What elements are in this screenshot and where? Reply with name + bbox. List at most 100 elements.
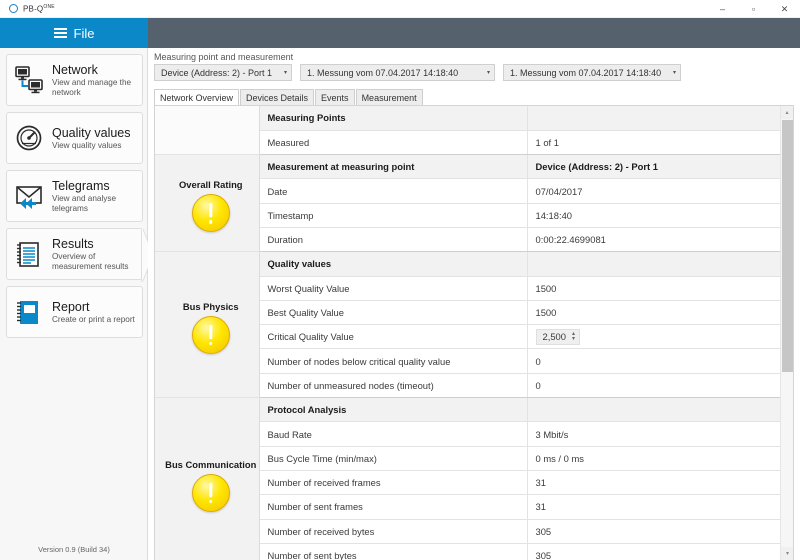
- sidebar-item-telegrams[interactable]: Telegrams View and analyse telegrams: [6, 170, 143, 222]
- row-value: [527, 106, 780, 131]
- version-label: Version 0.9 (Build 34): [38, 545, 110, 554]
- row-value: 14:18:40: [527, 203, 780, 228]
- scroll-up-button[interactable]: ▴: [781, 106, 793, 119]
- sidebar-item-network-text: Network View and manage the network: [52, 63, 142, 98]
- chevron-down-icon: ▾: [672, 70, 676, 76]
- sidebar-item-results[interactable]: Results Overview of measurement results: [6, 228, 143, 280]
- stepper-value: 2,500: [542, 331, 566, 343]
- stepper-buttons[interactable]: ▴ ▾: [572, 331, 575, 342]
- close-button[interactable]: ✕: [769, 0, 800, 18]
- row-value: 0:00:22.4699081: [527, 227, 780, 253]
- row-value: 31: [527, 494, 780, 520]
- window-title: PB-QONE: [23, 4, 55, 14]
- row-value: 305: [527, 519, 780, 544]
- row-label: Best Quality Value: [259, 300, 528, 326]
- tab-measurement[interactable]: Measurement: [355, 89, 423, 105]
- row-label: Worst Quality Value: [259, 276, 528, 301]
- row-label: Measurement at measuring point: [259, 154, 528, 180]
- notepad-icon: [13, 239, 45, 269]
- book-icon: [13, 297, 45, 327]
- row-value: 07/04/2017: [527, 178, 780, 204]
- window-title-superscript: ONE: [43, 3, 55, 10]
- results-grid: Measuring Points Measured 1 of 1 Overall Ra…: [154, 105, 794, 560]
- table-section-row: Measuring Points: [155, 106, 780, 156]
- results-grid-viewport: Measuring Points Measured 1 of 1 Overall Ra…: [155, 106, 780, 560]
- maximize-button[interactable]: ▫: [738, 0, 769, 18]
- table-section-row: Overall Rating Measurement at measuring p…: [155, 154, 780, 253]
- sidebar-item-results-desc: Overview of measurement results: [52, 251, 129, 271]
- tab-events[interactable]: Events: [315, 89, 355, 105]
- minimize-button[interactable]: –: [707, 0, 738, 18]
- row-value: [527, 251, 780, 277]
- row-value[interactable]: 2,500 ▴ ▾: [527, 324, 780, 350]
- sidebar-item-quality-values[interactable]: Quality values View quality values: [6, 112, 143, 164]
- sidebar: Network View and manage the network Qual…: [0, 48, 148, 560]
- results-table: Measuring Points Measured 1 of 1 Overall Ra…: [155, 106, 780, 560]
- sidebar-item-report[interactable]: Report Create or print a report: [6, 286, 143, 338]
- measuring-point-group-label: Measuring point and measurement: [154, 52, 294, 62]
- warning-badge-icon: [191, 473, 230, 512]
- main-panel: Measuring point and measurement Device (…: [148, 48, 800, 560]
- rating-label: Bus Communication: [165, 458, 257, 470]
- row-value: 305: [527, 543, 780, 560]
- sidebar-item-results-title: Results: [52, 236, 94, 251]
- chevron-down-icon: ▾: [283, 70, 287, 76]
- tab-network-overview[interactable]: Network Overview: [154, 89, 240, 105]
- ribbon-bar: File: [0, 18, 800, 48]
- window-title-text: PB-Q: [23, 4, 44, 14]
- measuring-point-select-value: Device (Address: 2) - Port 1: [161, 67, 273, 78]
- sidebar-item-network-title: Network: [52, 62, 98, 77]
- row-value: 1500: [527, 276, 780, 301]
- sidebar-item-network[interactable]: Network View and manage the network: [6, 54, 143, 106]
- sidebar-item-network-desc: View and manage the network: [52, 77, 132, 97]
- row-value: 0: [527, 348, 780, 374]
- row-label: Number of received frames: [259, 470, 528, 496]
- measurement-select-b-value: 1. Messung vom 07.04.2017 14:18:40: [510, 67, 662, 78]
- sidebar-item-report-desc: Create or print a report: [52, 314, 135, 324]
- sidebar-item-report-title: Report: [52, 299, 90, 314]
- warning-badge-icon: [191, 194, 230, 233]
- row-value: 1500: [527, 300, 780, 326]
- row-value: 3 Mbit/s: [527, 421, 780, 447]
- rating-cell: Bus Communication: [155, 397, 260, 560]
- sidebar-item-quality-values-text: Quality values View quality values: [52, 126, 131, 151]
- row-value: 1 of 1: [527, 130, 780, 156]
- scroll-down-button[interactable]: ▾: [781, 547, 793, 560]
- table-section-row: Bus Physics Quality values: [155, 251, 780, 399]
- sidebar-item-quality-values-desc: View quality values: [52, 140, 122, 150]
- sidebar-item-quality-values-title: Quality values: [52, 125, 131, 140]
- row-label: Number of unmeasured nodes (timeout): [259, 373, 528, 399]
- tab-devices-details[interactable]: Devices Details: [240, 89, 315, 105]
- row-label: Duration: [259, 227, 528, 253]
- row-label: Number of sent frames: [259, 494, 528, 520]
- measuring-point-select[interactable]: Device (Address: 2) - Port 1 ▾: [154, 64, 292, 81]
- row-label: Number of received bytes: [259, 519, 528, 544]
- table-section-row: Bus Communication Protocol Analysis: [155, 397, 780, 560]
- title-bar: PB-QONE – ▫ ✕: [0, 0, 800, 18]
- row-label: Number of nodes below critical quality v…: [259, 348, 528, 374]
- rating-label: Bus Physics: [182, 300, 239, 312]
- critical-quality-value-stepper[interactable]: 2,500 ▴ ▾: [535, 328, 580, 345]
- measurement-select-a[interactable]: 1. Messung vom 07.04.2017 14:18:40 ▾: [300, 64, 495, 81]
- row-label: Measured: [259, 130, 528, 156]
- row-label: Quality values: [259, 251, 528, 277]
- rating-cell: Bus Physics: [155, 251, 260, 399]
- row-label: Protocol Analysis: [259, 397, 528, 423]
- scrollbar-thumb[interactable]: [782, 120, 793, 372]
- window-controls: – ▫ ✕: [707, 0, 800, 18]
- gauge-icon: [13, 123, 45, 153]
- row-label: Date: [259, 178, 528, 204]
- measurement-select-b[interactable]: 1. Messung vom 07.04.2017 14:18:40 ▾: [503, 64, 681, 81]
- row-value: [527, 397, 780, 423]
- tab-bar: Network Overview Devices Details Events …: [154, 89, 800, 105]
- vertical-scrollbar[interactable]: ▴ ▾: [780, 106, 793, 560]
- row-label: Number of sent bytes: [259, 543, 528, 560]
- file-menu-button[interactable]: File: [0, 18, 148, 48]
- rating-label: Overall Rating: [178, 179, 243, 191]
- stepper-down-icon[interactable]: ▾: [572, 336, 575, 342]
- hamburger-icon: [53, 28, 67, 38]
- row-value: Device (Address: 2) - Port 1: [527, 154, 780, 180]
- sidebar-item-results-text: Results Overview of measurement results: [52, 237, 142, 272]
- file-menu-label: File: [73, 25, 95, 41]
- row-value: 0 ms / 0 ms: [527, 446, 780, 471]
